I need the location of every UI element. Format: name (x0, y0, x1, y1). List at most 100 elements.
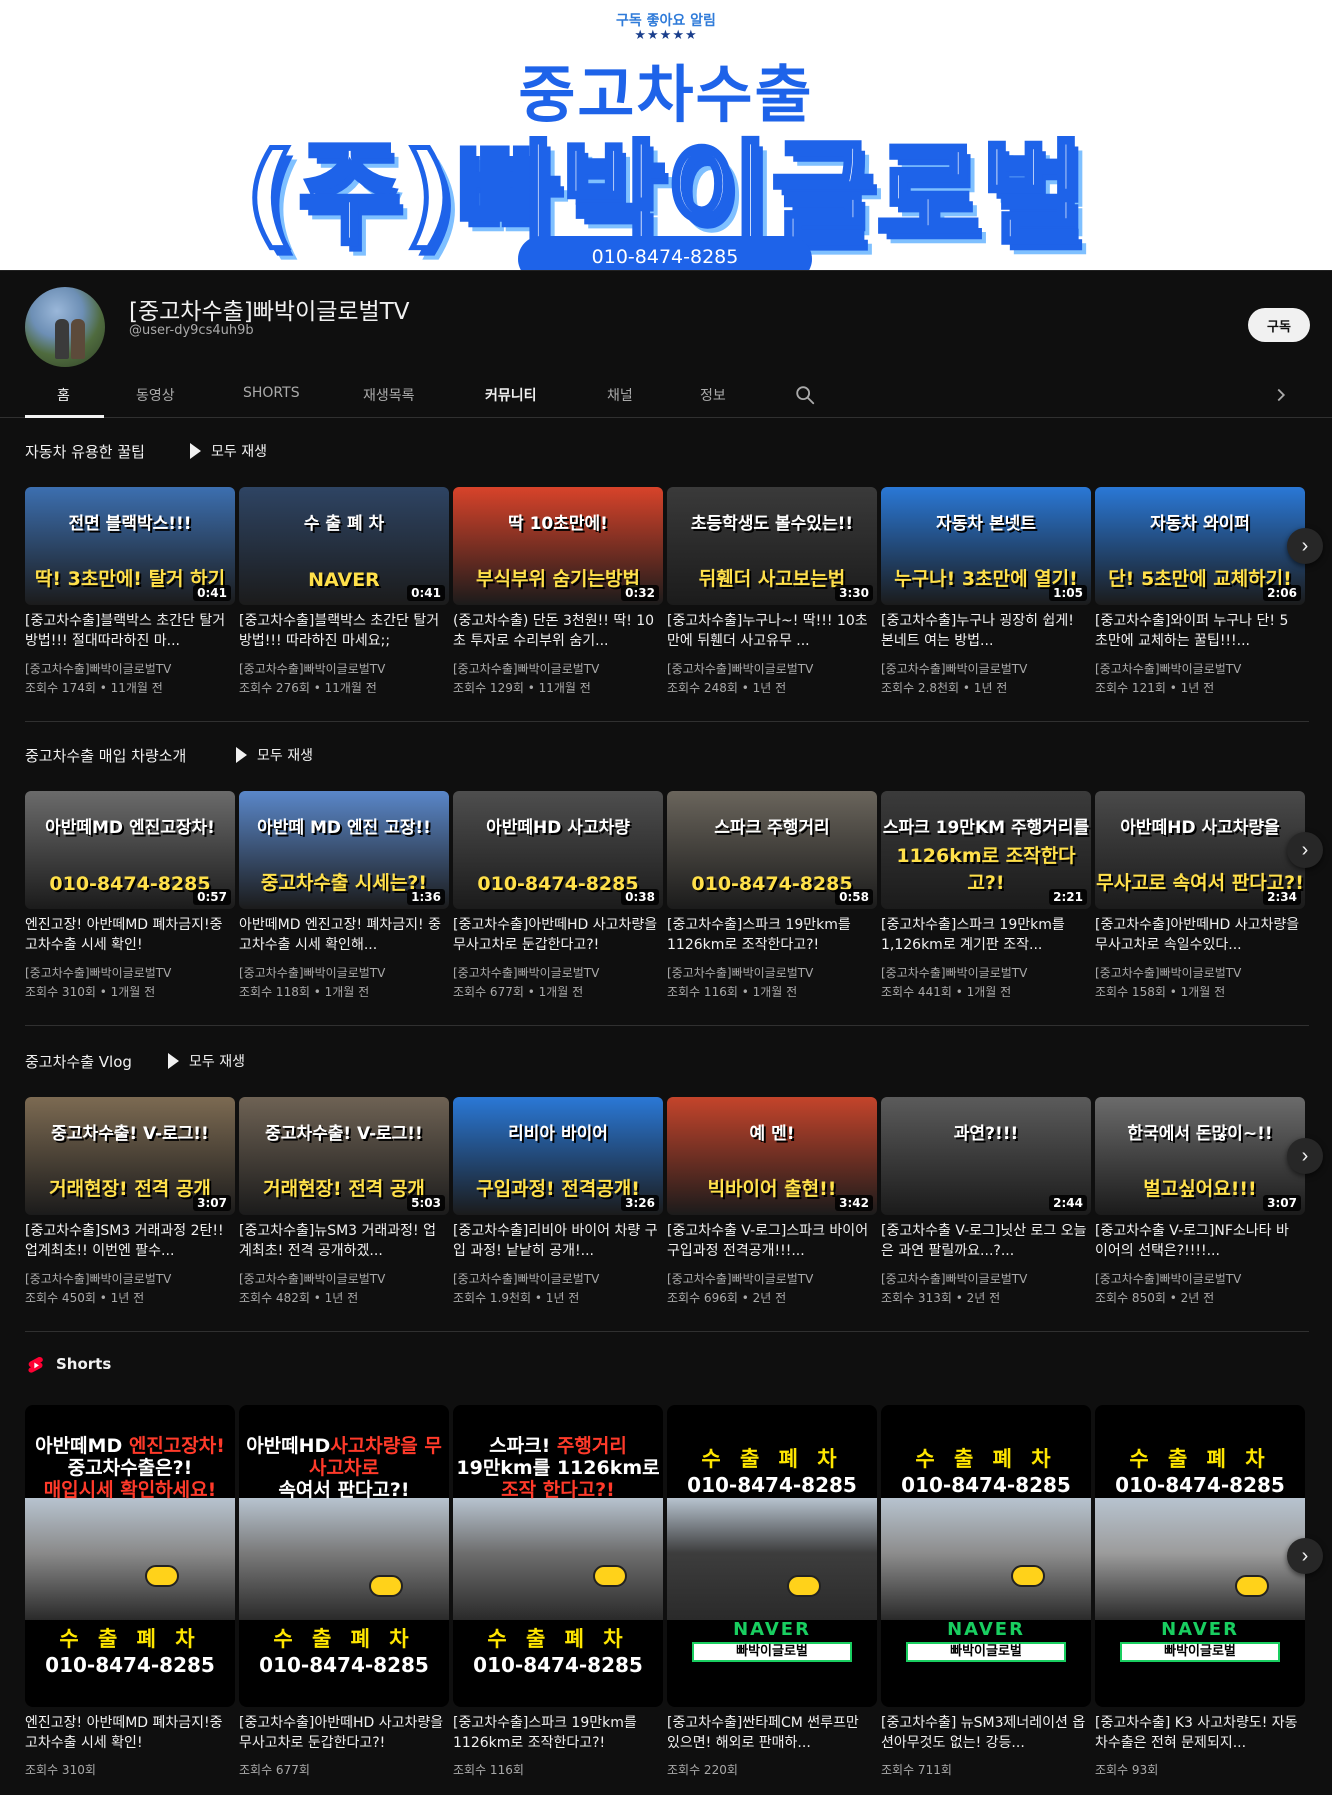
video-title[interactable]: (중고차수출) 단돈 3천원!! 딱! 10초 투자로 수리부위 숨기... (453, 611, 659, 651)
shelf-next-button[interactable]: › (1287, 1138, 1323, 1174)
headline-line: 매입시세 확인하세요! (43, 1479, 217, 1501)
video-thumbnail[interactable]: 아반떼MD 엔진고장차! 010-8474-8285 0:57 (25, 791, 235, 909)
video-duration-badge: 0:32 (621, 585, 659, 601)
video-duration-badge: 3:42 (835, 1195, 873, 1211)
subscribe-button[interactable]: 구독 (1248, 308, 1310, 342)
video-title[interactable]: [중고차수출]누구나 굉장히 쉽게! 본네트 여는 방법... (881, 611, 1087, 651)
video-title[interactable]: [중고차수출]스파크 19만km를 1126km로 조작한다고?! (667, 915, 873, 955)
video-thumbnail[interactable]: 자동차 본넷트 누구나! 3초만에 열기! 1:05 (881, 487, 1091, 605)
video-thumbnail[interactable]: 한국에서 돈많이~!! 벌고싶어요!!! 3:07 (1095, 1097, 1305, 1215)
chevron-right-icon[interactable] (1270, 384, 1292, 406)
shelf-next-button[interactable]: › (1287, 832, 1323, 868)
video-title[interactable]: 엔진고장! 아반떼MD 폐차금지!중고차수출 시세 확인! (25, 915, 231, 955)
shelf-title[interactable]: 자동차 유용한 꿀팁 (25, 441, 145, 462)
short-thumbnail[interactable]: 수 출 폐 차 010-8474-8285 NAVER 빠박이글로벌 (1095, 1405, 1305, 1707)
video-channel-name[interactable]: [중고차수출]빠박이글로벌TV (667, 1270, 813, 1287)
video-channel-name[interactable]: [중고차수출]빠박이글로벌TV (667, 964, 813, 981)
video-title[interactable]: 아반떼MD 엔진고장! 폐차금지! 중고차수출 시세 확인해... (239, 915, 445, 955)
short-title[interactable]: [중고차수출]싼타페CM 썬루프만 있으면! 해외로 판매하... (667, 1713, 873, 1753)
tab-videos[interactable]: 동영상 (136, 385, 175, 405)
tab-playlists[interactable]: 재생목록 (363, 385, 415, 405)
video-channel-name[interactable]: [중고차수출]빠박이글로벌TV (1095, 660, 1241, 677)
video-thumbnail[interactable]: 중고차수출! V-로그!! 거래현장! 전격 공개 5:03 (239, 1097, 449, 1215)
video-title[interactable]: [중고차수출 V-로그]닛산 로그 오늘은 과연 팔릴까요...?... (881, 1221, 1087, 1261)
video-thumbnail[interactable]: 아반떼HD 사고차량을 무사고로 속여서 판다고?! 2:34 (1095, 791, 1305, 909)
short-thumbnail[interactable]: 수 출 폐 차 010-8474-8285 NAVER 빠박이글로벌 (667, 1405, 877, 1707)
shelf-title[interactable]: 중고차수출 Vlog (25, 1051, 132, 1072)
tab-shorts[interactable]: SHORTS (243, 385, 300, 401)
video-thumbnail[interactable]: 전면 블랙박스!!! 딱! 3초만에! 탈거 하기 0:41 (25, 487, 235, 605)
headline-highlight: 엔진고장차! (128, 1435, 225, 1457)
header-label: 수 출 폐 차 (1129, 1447, 1271, 1471)
tab-channels[interactable]: 채널 (607, 385, 633, 405)
video-channel-name[interactable]: [중고차수출]빠박이글로벌TV (1095, 1270, 1241, 1287)
video-title[interactable]: [중고차수출]스파크 19만km를 1,126km로 계기판 조작... (881, 915, 1087, 955)
pointing-hand-icon (145, 1565, 179, 1587)
video-channel-name[interactable]: [중고차수출]빠박이글로벌TV (453, 1270, 599, 1287)
play-all-button[interactable]: 모두 재생 (236, 745, 313, 765)
video-thumbnail[interactable]: 과연?!!! 2:44 (881, 1097, 1091, 1215)
video-thumbnail[interactable]: 스파크 19만KM 주행거리를 1126km로 조작한다고?! 2:21 (881, 791, 1091, 909)
video-title[interactable]: [중고차수출 V-로그]스파크 바이어 구입과정 전격공개!!!... (667, 1221, 873, 1261)
shelf-title[interactable]: 중고차수출 매입 차량소개 (25, 745, 186, 766)
video-channel-name[interactable]: [중고차수출]빠박이글로벌TV (239, 964, 385, 981)
video-channel-name[interactable]: [중고차수출]빠박이글로벌TV (25, 1270, 171, 1287)
video-thumbnail[interactable]: 자동차 와이퍼 단! 5초만에 교체하기! 2:06 (1095, 487, 1305, 605)
video-title[interactable]: [중고차수출 V-로그]NF소나타 바이어의 선택은?!!!!... (1095, 1221, 1301, 1261)
video-channel-name[interactable]: [중고차수출]빠박이글로벌TV (881, 964, 1027, 981)
video-thumbnail[interactable]: 아반떼 MD 엔진 고장!! 중고차수출 시세는?! 1:36 (239, 791, 449, 909)
video-thumbnail[interactable]: 아반떼HD 사고차량 010-8474-8285 0:38 (453, 791, 663, 909)
video-channel-name[interactable]: [중고차수출]빠박이글로벌TV (667, 660, 813, 677)
video-thumbnail[interactable]: 리비아 바이어 구입과정! 전격공개! 3:26 (453, 1097, 663, 1215)
short-title[interactable]: [중고차수출]아반떼HD 사고차량을 무사고차로 둔갑한다고?! (239, 1713, 445, 1753)
thumbnail-caption-top: 수 출 폐 차 (303, 514, 385, 534)
tab-home[interactable]: 홈 (57, 385, 70, 405)
shelf-next-button[interactable]: › (1287, 528, 1323, 564)
video-channel-name[interactable]: [중고차수출]빠박이글로벌TV (453, 660, 599, 677)
video-thumbnail[interactable]: 딱 10초만에! 부식부위 숨기는방법 0:32 (453, 487, 663, 605)
short-thumbnail[interactable]: 아반떼HD사고차량을 무사고차로 속여서 판다고?! 수 출 폐 차 010-8474… (239, 1405, 449, 1707)
channel-banner: 구독 좋아요 알림 ★★★★★ 중고차수출 (주)빠박이글로벌 010-8474… (0, 0, 1332, 271)
short-thumbnail[interactable]: 수 출 폐 차 010-8474-8285 NAVER 빠박이글로벌 (881, 1405, 1091, 1707)
video-channel-name[interactable]: [중고차수출]빠박이글로벌TV (881, 660, 1027, 677)
thumbnail-caption-top: 스파크 주행거리 (714, 818, 830, 838)
video-thumbnail[interactable]: 수 출 폐 차 NAVER 0:41 (239, 487, 449, 605)
short-title[interactable]: [중고차수출] 뉴SM3제너레이션 옵션아무것도 없는! 강등... (881, 1713, 1087, 1753)
short-title[interactable]: [중고차수출] K3 사고차량도! 자동차수출은 전혀 문제되지... (1095, 1713, 1301, 1753)
video-thumbnail[interactable]: 스파크 주행거리 010-8474-8285 0:58 (667, 791, 877, 909)
video-title[interactable]: [중고차수출]블랙박스 초간단 탈거 방법!!! 따라하진 마세요;; (239, 611, 445, 651)
video-title[interactable]: [중고차수출]누구나~! 딱!!! 10초만에 뒤휀더 사고유무 ... (667, 611, 873, 651)
short-thumbnail[interactable]: 아반떼MD 엔진고장차! 중고차수출은?! 매입시세 확인하세요! 수 출 폐 차 01… (25, 1405, 235, 1707)
tab-community[interactable]: 커뮤니티 (485, 385, 537, 405)
video-thumbnail[interactable]: 초등학생도 볼수있는!! 뒤휀더 사고보는법 3:30 (667, 487, 877, 605)
video-title[interactable]: [중고차수출]아반떼HD 사고차량을 무사고차로 속일수있다... (1095, 915, 1301, 955)
search-icon[interactable] (794, 384, 816, 406)
video-title[interactable]: [중고차수출]블랙박스 초간단 탈거방법!!! 절대따라하진 마... (25, 611, 231, 651)
video-title[interactable]: [중고차수출]리비아 바이어 차량 구입 과정! 낱낱히 공개!... (453, 1221, 659, 1261)
header-phone: 010-8474-8285 (1115, 1473, 1285, 1497)
video-channel-name[interactable]: [중고차수출]빠박이글로벌TV (453, 964, 599, 981)
video-channel-name[interactable]: [중고차수출]빠박이글로벌TV (25, 660, 171, 677)
short-thumbnail[interactable]: 스파크! 주행거리 19만km를 1126km로 조작 한다고?! 수 출 폐 차 01… (453, 1405, 663, 1707)
short-title[interactable]: 엔진고장! 아반떼MD 폐차금지!중고차수출 시세 확인! (25, 1713, 231, 1753)
shorts-next-button[interactable]: › (1287, 1538, 1323, 1574)
video-channel-name[interactable]: [중고차수출]빠박이글로벌TV (1095, 964, 1241, 981)
video-channel-name[interactable]: [중고차수출]빠박이글로벌TV (25, 964, 171, 981)
video-channel-name[interactable]: [중고차수출]빠박이글로벌TV (239, 1270, 385, 1287)
video-thumbnail[interactable]: 중고차수출! V-로그!! 거래현장! 전격 공개 3:07 (25, 1097, 235, 1215)
video-title[interactable]: [중고차수출]와이퍼 누구나 단! 5초만에 교체하는 꿀팁!!!... (1095, 611, 1301, 651)
tab-about[interactable]: 정보 (700, 385, 726, 405)
video-channel-name[interactable]: [중고차수출]빠박이글로벌TV (239, 660, 385, 677)
video-title[interactable]: [중고차수출]아반떼HD 사고차량을 무사고차로 둔갑한다고?! (453, 915, 659, 955)
video-title[interactable]: [중고차수출]뉴SM3 거래과정! 업계최초! 전격 공개하겠... (239, 1221, 445, 1261)
play-all-button[interactable]: 모두 재생 (168, 1051, 245, 1071)
short-title[interactable]: [중고차수출]스파크 19만km를 1126km로 조작한다고?! (453, 1713, 659, 1753)
naver-search-badge: NAVER 빠박이글로벌 (1095, 1619, 1305, 1662)
channel-avatar[interactable] (25, 287, 105, 367)
play-all-button[interactable]: 모두 재생 (190, 441, 267, 461)
video-metadata: 조회수 677회 • 1개월 전 (453, 985, 584, 999)
video-channel-name[interactable]: [중고차수출]빠박이글로벌TV (881, 1270, 1027, 1287)
video-title[interactable]: [중고차수출]SM3 거래과정 2탄!! 업계최초!! 이번엔 팔수... (25, 1221, 231, 1261)
video-thumbnail[interactable]: 예 멘! 빅바이어 출현!! 3:42 (667, 1097, 877, 1215)
thumbnail-caption-top: 아반떼HD 사고차량 (486, 818, 630, 838)
